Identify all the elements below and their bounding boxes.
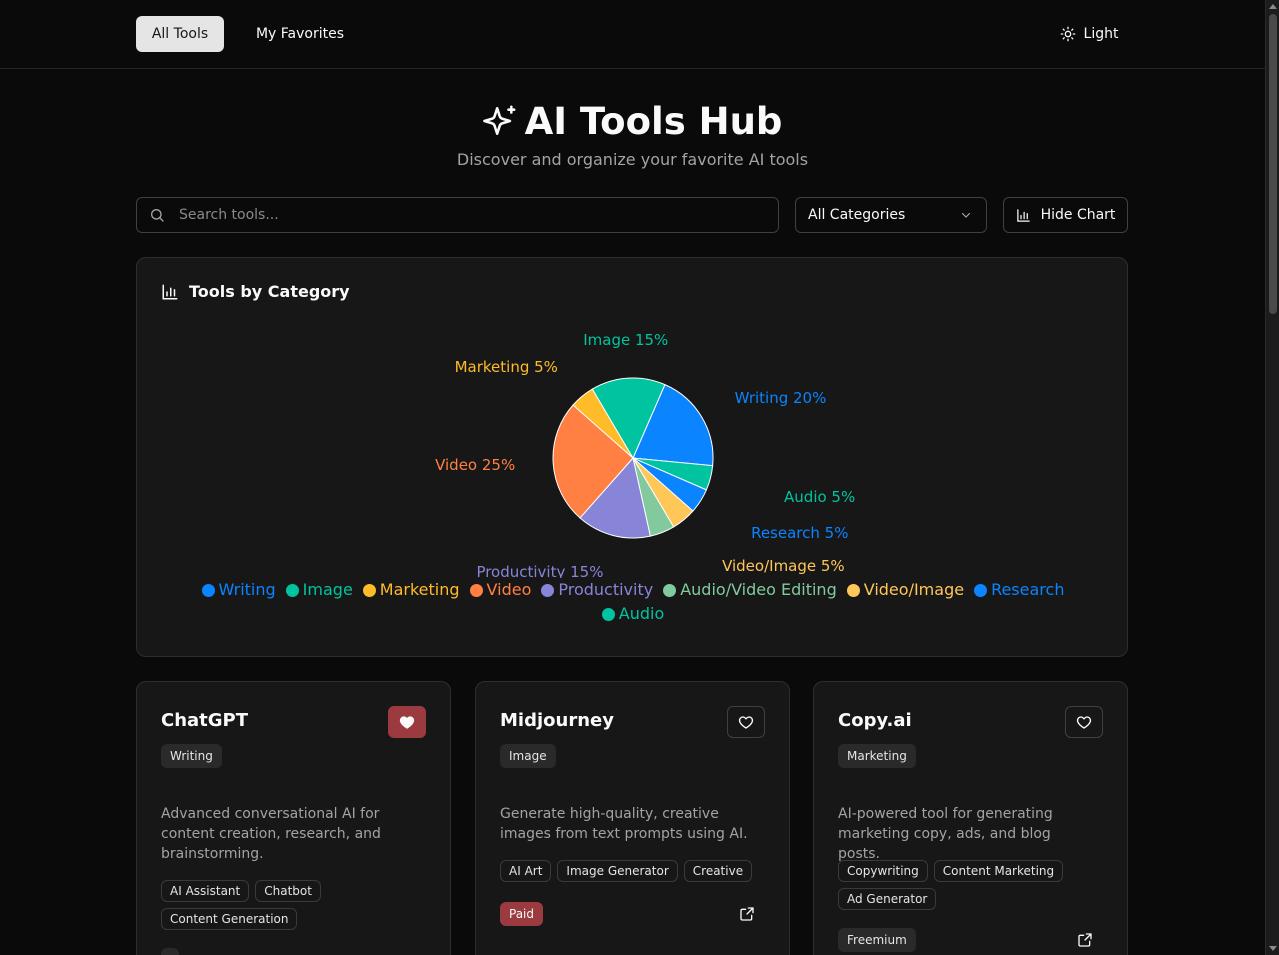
legend-swatch — [469, 583, 483, 597]
hide-chart-button[interactable]: Hide Chart — [1003, 197, 1128, 233]
pie-chart: Writing 20% Audio 5% Research 5% Video/Imag… — [435, 331, 859, 578]
legend-item[interactable]: Marketing — [362, 580, 460, 600]
heart-icon — [738, 716, 754, 729]
category-badge: Writing — [161, 744, 222, 768]
tag[interactable]: Copywriting — [838, 860, 928, 882]
tool-description: Generate high-quality, creative images f… — [500, 806, 748, 842]
legend-label: Research — [991, 580, 1065, 599]
legend-item[interactable]: Audio — [601, 604, 665, 624]
legend-item[interactable]: Writing — [201, 580, 276, 600]
pricing-badge — [161, 948, 179, 955]
legend-label: Image — [302, 580, 353, 599]
tag-list: AI Assistant Chatbot Content Generation — [161, 880, 431, 930]
tool-description: Advanced conversational AI for content c… — [161, 806, 381, 862]
legend-swatch — [201, 583, 215, 597]
tool-card-copyai[interactable]: Copy.ai Marketing AI-powered tool for ge… — [813, 681, 1128, 955]
top-nav: All Tools My Favorites Light — [0, 0, 1265, 69]
legend-swatch — [601, 607, 615, 621]
tag[interactable]: Content Marketing — [933, 860, 1064, 882]
legend-label: Writing — [218, 580, 276, 599]
search-icon — [151, 209, 164, 222]
tool-card-chatgpt[interactable]: ChatGPT Writing Advanced conversational … — [136, 681, 451, 955]
hide-chart-label: Hide Chart — [1040, 207, 1116, 223]
category-select-value: All Categories — [808, 207, 906, 223]
tag-list: AI Art Image Generator Creative — [500, 860, 770, 882]
tag[interactable]: Image Generator — [557, 860, 678, 882]
pricing-badge: Freemium — [838, 928, 916, 952]
tool-description: AI-powered tool for generating marketing… — [838, 806, 1053, 862]
legend-swatch — [663, 583, 677, 597]
legend-swatch — [362, 583, 376, 597]
category-select[interactable]: All Categories — [795, 197, 987, 233]
legend-label: Video/Image — [863, 580, 965, 599]
tag-list: Copywriting Content Marketing Ad Generat… — [838, 860, 1108, 910]
legend-swatch — [285, 583, 299, 597]
nav-favorites-button[interactable]: My Favorites — [240, 16, 360, 52]
pie-label: Audio 5% — [784, 488, 855, 506]
page-scrollbar[interactable] — [1265, 0, 1279, 955]
category-chart-card: Tools by Category Writing 20% Audio 5% Res… — [136, 257, 1128, 657]
bar-chart-icon — [1016, 208, 1030, 222]
theme-toggle-button[interactable]: Light — [1046, 16, 1132, 52]
legend-item[interactable]: Video — [469, 580, 532, 600]
pie-label: Video/Image 5% — [722, 557, 845, 575]
pie-label: Video 25% — [435, 456, 515, 474]
tool-name: ChatGPT — [161, 710, 249, 731]
legend-item[interactable]: Image — [285, 580, 353, 600]
favorite-button[interactable] — [1065, 706, 1103, 738]
tag[interactable]: Creative — [683, 860, 753, 882]
favorite-button[interactable] — [388, 706, 426, 738]
legend-item[interactable]: Productivity — [541, 580, 653, 600]
legend-swatch — [541, 583, 555, 597]
tag[interactable]: AI Art — [500, 860, 552, 882]
sun-icon — [1060, 26, 1075, 42]
heart-icon — [399, 716, 415, 729]
legend-label: Marketing — [379, 580, 460, 599]
favorite-button[interactable] — [727, 706, 765, 738]
legend-swatch — [846, 583, 860, 597]
heart-icon — [1076, 716, 1092, 729]
legend-item[interactable]: Video/Image — [846, 580, 965, 600]
tool-name: Midjourney — [500, 710, 614, 731]
tag[interactable]: Content Generation — [161, 908, 298, 930]
search-box[interactable] — [136, 197, 779, 233]
legend-label: Video — [486, 580, 532, 599]
search-input[interactable] — [179, 207, 759, 223]
legend-label: Audio — [618, 604, 665, 623]
theme-toggle-label: Light — [1083, 26, 1119, 42]
page-title-text: AI Tools Hub — [524, 99, 783, 143]
external-link-icon[interactable] — [739, 906, 755, 922]
page-title: AI Tools Hub — [0, 98, 1265, 144]
tool-name: Copy.ai — [838, 710, 912, 731]
nav-all-tools-button[interactable]: All Tools — [136, 16, 224, 52]
tag[interactable]: AI Assistant — [161, 880, 250, 902]
tool-card-midjourney[interactable]: Midjourney Image Generate high-quality, … — [475, 681, 790, 955]
category-badge: Marketing — [838, 744, 916, 768]
page-subtitle: Discover and organize your favorite AI t… — [456, 150, 809, 169]
scroll-up-icon[interactable] — [1269, 4, 1277, 9]
legend-label: Productivity — [558, 580, 654, 599]
chart-legend: Writing Image Marketing Video Productivity Au… — [177, 580, 1089, 624]
legend-swatch — [974, 583, 988, 597]
legend-item[interactable]: Audio/Video Editing — [663, 580, 837, 600]
tag[interactable]: Ad Generator — [838, 888, 937, 910]
scroll-down-icon[interactable] — [1269, 946, 1277, 951]
external-link-icon[interactable] — [1077, 932, 1093, 948]
pie-label: Audio/Video Editing 5% — [684, 577, 859, 578]
chevron-down-icon — [961, 212, 971, 218]
pricing-badge: Paid — [500, 902, 544, 926]
pie-label: Productivity 15% — [476, 563, 603, 578]
tag[interactable]: Chatbot — [255, 880, 321, 902]
sparkles-icon — [482, 105, 516, 136]
category-badge: Image — [500, 744, 556, 768]
legend-label: Audio/Video Editing — [680, 580, 837, 599]
pie-label: Research 5% — [751, 524, 848, 542]
pie-label: Writing 20% — [735, 389, 827, 407]
scrollbar-thumb[interactable] — [1269, 14, 1277, 314]
legend-item[interactable]: Research — [974, 580, 1064, 600]
pie-label: Marketing 5% — [455, 358, 558, 376]
pie-label: Image 15% — [583, 331, 668, 349]
